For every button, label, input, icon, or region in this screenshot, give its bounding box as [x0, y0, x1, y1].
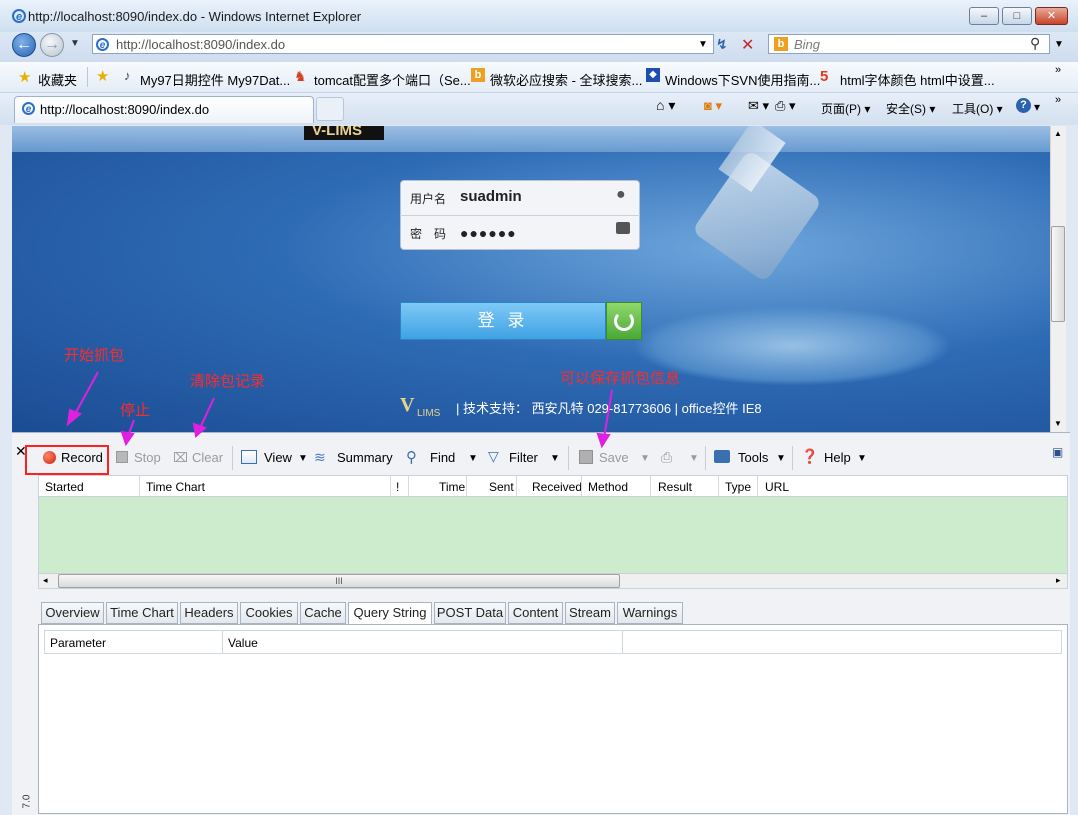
- arrow-clear: [199, 397, 215, 429]
- annotation-arrows: [66, 371, 613, 449]
- arrow-start: [73, 371, 99, 417]
- arrowhead-clear: [192, 422, 207, 438]
- arrowhead-start: [66, 408, 82, 427]
- arrowhead-save: [596, 432, 611, 449]
- arrow-save: [603, 389, 613, 439]
- arrowhead-stop: [120, 430, 135, 447]
